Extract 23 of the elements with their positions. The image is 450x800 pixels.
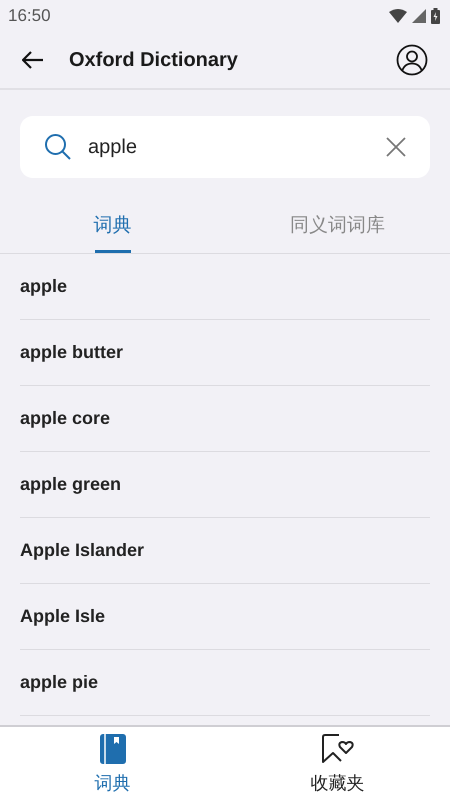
result-item[interactable]: apple core xyxy=(20,408,110,429)
signal-icon xyxy=(412,9,426,23)
battery-icon xyxy=(431,8,440,24)
back-icon[interactable] xyxy=(22,51,44,69)
status-time: 16:50 xyxy=(8,6,51,26)
close-icon[interactable] xyxy=(386,137,406,157)
tab[interactable]: 词典 xyxy=(0,200,225,253)
nav-tab[interactable]: 词典 xyxy=(0,727,225,800)
result-item[interactable]: apple green xyxy=(20,474,122,495)
nav-tab[interactable]: 收藏夹 xyxy=(225,727,450,800)
result-item[interactable]: Apple Isle xyxy=(20,606,106,627)
search-icon xyxy=(44,133,72,161)
account-icon[interactable] xyxy=(396,44,428,76)
bookmark-heart-icon xyxy=(320,732,354,764)
wifi-icon xyxy=(389,9,407,23)
result-item[interactable]: apple pie xyxy=(20,672,98,693)
book-icon xyxy=(100,734,126,764)
result-item[interactable]: Apple Islander xyxy=(20,540,144,561)
result-item[interactable]: apple butter xyxy=(20,342,124,363)
search-field[interactable]: apple xyxy=(20,116,430,178)
app-title: Oxford Dictionary xyxy=(69,48,239,72)
search-input[interactable]: apple xyxy=(88,136,386,158)
result-item[interactable]: apple xyxy=(20,276,68,297)
